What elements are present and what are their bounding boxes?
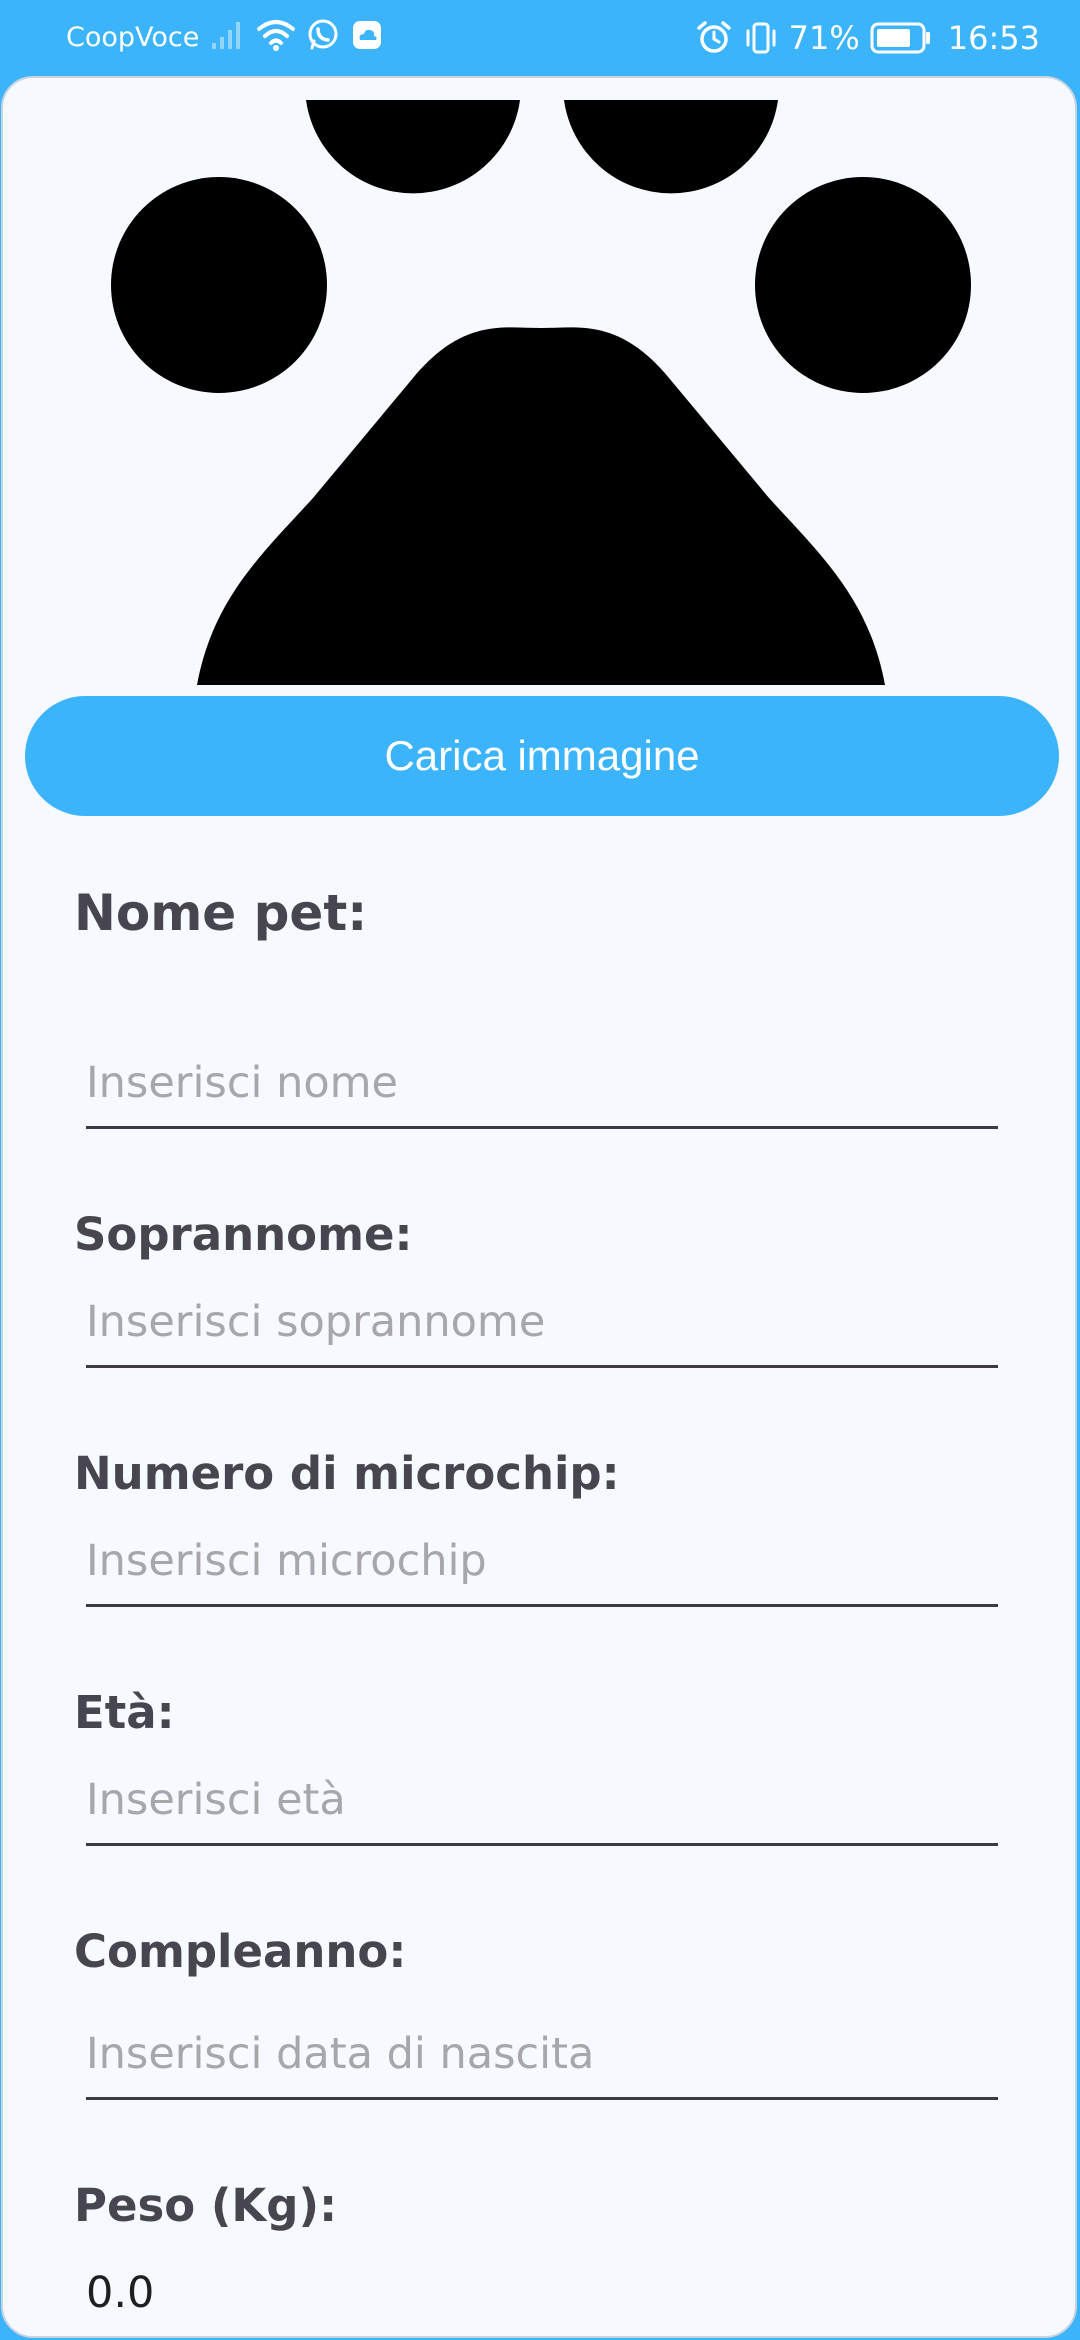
paw-icon[interactable]: [3, 78, 1077, 688]
weight-label: Peso (Kg):: [74, 2179, 338, 2232]
birthday-label: Compleanno:: [74, 1925, 407, 1978]
pet-name-label: Nome pet:: [74, 884, 368, 942]
weight-input[interactable]: [86, 2258, 998, 2336]
signal-icon: [212, 22, 240, 49]
status-bar: CoopVoce 71% 16:53: [0, 0, 1080, 74]
alarm-icon: [696, 21, 731, 53]
nickname-label: Soprannome:: [74, 1208, 413, 1261]
paw-pad: [197, 327, 885, 685]
wifi-icon: [257, 20, 295, 51]
vibrate-icon: [746, 22, 776, 54]
status-right: 71% 16:53: [695, 18, 1040, 58]
paw-toe-right: [755, 177, 971, 393]
nickname-input[interactable]: [86, 1287, 998, 1368]
upload-image-button[interactable]: Carica immagine: [25, 696, 1059, 816]
battery-icon: [870, 22, 930, 54]
birthday-input[interactable]: [86, 2019, 998, 2100]
paw-toe-left: [111, 177, 327, 393]
paw-toe-center-right: [564, 100, 778, 194]
pet-form-card: Carica immagine Nome pet: Soprannome: Nu…: [1, 76, 1077, 2338]
microchip-input[interactable]: [86, 1526, 998, 1607]
whatsapp-icon: [308, 19, 338, 50]
pet-name-input[interactable]: [86, 1048, 998, 1129]
microchip-label: Numero di microchip:: [74, 1447, 620, 1500]
paw-toe-center-left: [306, 100, 520, 194]
age-input[interactable]: [86, 1765, 998, 1846]
cloud-icon: [353, 21, 381, 49]
clock: 16:53: [947, 19, 1040, 57]
carrier-name: CoopVoce: [66, 22, 200, 53]
battery-percentage: 71%: [788, 19, 860, 57]
age-label: Età:: [74, 1686, 175, 1739]
status-left-icons: [210, 18, 384, 52]
